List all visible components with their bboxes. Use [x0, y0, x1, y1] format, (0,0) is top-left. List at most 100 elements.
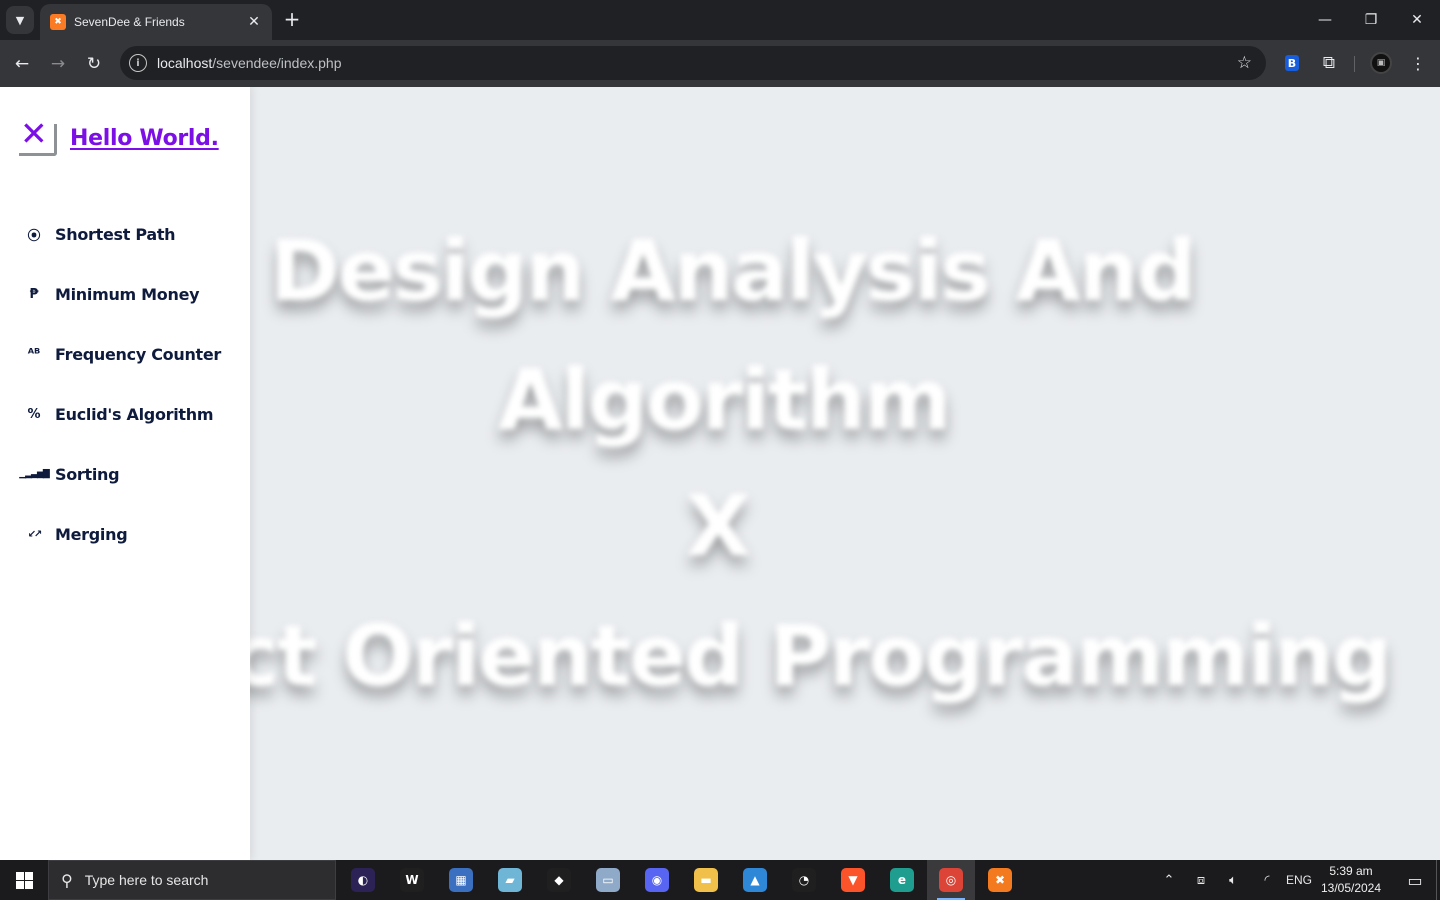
language-indicator[interactable]: ENG — [1284, 860, 1314, 900]
sidebar-item-label: Euclid's Algorithm — [55, 404, 214, 424]
sidebar-item-label: Merging — [55, 524, 128, 544]
merge-arrows-icon: ↙↗ — [27, 528, 43, 540]
window-controls: — ❐ ✕ — [1302, 0, 1440, 40]
discord-icon: ◉ — [645, 868, 669, 892]
sidebar-item-merging[interactable]: ↙↗ Merging — [24, 504, 221, 564]
chevron-down-icon: ▼ — [15, 13, 25, 27]
edge-icon: e — [890, 868, 914, 892]
extensions-puzzle-icon[interactable]: ⧉ — [1318, 52, 1340, 74]
monitor-icon: ▭ — [596, 868, 620, 892]
more-menu-icon[interactable]: ⋮ — [1407, 52, 1429, 74]
file-explorer-icon: ▬ — [694, 868, 718, 892]
taskbar: ⚲ Type here to search ◐ W ▦ ▰ ◆ ▭ ◉ ▬ ▲ ◔ ▼ e ◎ ✖ ⌃ ⧈… — [0, 860, 1440, 900]
photos-taskbar-icon[interactable]: ▲ — [741, 866, 769, 894]
sidebar-item-shortest-path[interactable]: ⦿ Shortest Path — [24, 204, 221, 264]
logo-x: ✕ — [20, 114, 48, 153]
sidebar-menu: ⦿ Shortest Path ₱ Minimum Money ᴬᴮ Frequ… — [19, 217, 222, 564]
wamp-taskbar-icon[interactable]: W — [398, 866, 426, 894]
profile-avatar-icon[interactable]: ▣ — [1370, 52, 1392, 74]
taskbar-search-placeholder: Type here to search — [84, 872, 209, 888]
show-hidden-icons-chevron-icon[interactable]: ⌃ — [1158, 860, 1180, 900]
brave-icon: ▼ — [841, 868, 865, 892]
hero-title: Design Analysis And Algorithm X Object O… — [20, 87, 1440, 860]
notes-icon: ▰ — [498, 868, 522, 892]
sidebar-item-euclids-algorithm[interactable]: % Euclid's Algorithm — [24, 384, 221, 444]
discord-taskbar-icon[interactable]: ◉ — [643, 866, 671, 894]
hero-line-2: Algorithm — [498, 351, 951, 449]
toolbar-divider — [1354, 56, 1355, 72]
show-desktop-button[interactable] — [1436, 860, 1437, 900]
volume-icon[interactable]: 🔈︎ — [1222, 860, 1244, 900]
sourcetree-icon: ◆ — [547, 868, 571, 892]
hero-line-3: X — [686, 477, 751, 575]
sidebar-item-frequency-counter[interactable]: ᴬᴮ Frequency Counter — [24, 324, 222, 384]
photos-icon: ▲ — [743, 868, 767, 892]
security-tray-icon[interactable]: ⧈ — [1190, 860, 1212, 900]
sidebar-item-label: Frequency Counter — [55, 344, 222, 364]
tab-strip: ▼ ✖ SevenDee & Friends ✕ + — ❐ ✕ — [0, 0, 1440, 40]
browser-toolbar: ← → ↻ i localhost/sevendee/index.php ☆ B… — [0, 40, 1440, 87]
bitwarden-extension-icon[interactable]: B — [1281, 52, 1303, 74]
wifi-icon[interactable]: ◜ — [1256, 860, 1278, 900]
tab-title: SevenDee & Friends — [74, 15, 185, 29]
forward-arrow-icon[interactable]: → — [44, 50, 72, 78]
percent-icon: % — [27, 406, 41, 422]
edge-taskbar-icon[interactable]: e — [888, 866, 916, 894]
url-host: localhost — [157, 55, 213, 71]
tab-search-button[interactable]: ▼ — [6, 6, 34, 34]
eclipse-taskbar-icon[interactable]: ◐ — [349, 866, 377, 894]
site-info-icon[interactable]: i — [129, 54, 147, 72]
logo-mark-icon: ✕ — [19, 116, 57, 156]
browser-tab[interactable]: ✖ SevenDee & Friends ✕ — [40, 4, 272, 40]
back-arrow-icon[interactable]: ← — [8, 50, 36, 78]
sidebar-item-label: Shortest Path — [55, 224, 176, 244]
sidebar-item-label: Minimum Money — [55, 284, 200, 304]
sidebar-item-minimum-money[interactable]: ₱ Minimum Money — [24, 264, 221, 324]
speedometer-icon: ◔ — [792, 868, 816, 892]
close-window-button[interactable]: ✕ — [1394, 0, 1440, 40]
xampp-icon: ✖ — [50, 14, 66, 30]
bars-icon: ▁▂▃▅▇ — [19, 469, 50, 479]
peso-icon: ₱ — [29, 286, 39, 302]
minimize-button[interactable]: — — [1302, 0, 1348, 40]
close-tab-icon[interactable]: ✕ — [246, 14, 262, 30]
sidebar-item-label: Sorting — [55, 464, 120, 484]
windows-logo-icon — [15, 871, 33, 889]
eclipse-icon: ◐ — [351, 868, 375, 892]
xampp-taskbar-icon[interactable]: ✖ — [986, 866, 1014, 894]
chrome-taskbar-icon[interactable]: ◎ — [927, 860, 975, 900]
spellcheck-icon: ᴬᴮ — [27, 346, 41, 362]
brave-taskbar-icon[interactable]: ▼ — [839, 866, 867, 894]
route-icon: ⦿ — [27, 228, 41, 244]
logo[interactable]: ✕ Hello World. — [19, 116, 219, 156]
new-tab-button[interactable]: + — [280, 8, 304, 32]
wamp-icon: W — [400, 868, 424, 892]
page-viewport: ✕ Hello World. ⦿ Shortest Path ₱ Minimum… — [0, 87, 1440, 860]
monitor-taskbar-icon[interactable]: ▭ — [594, 866, 622, 894]
notes-taskbar-icon[interactable]: ▰ — [496, 866, 524, 894]
hero-line-1: Design Analysis And — [270, 222, 1197, 320]
system-clock[interactable]: 5:39 am 13/05/2024 — [1318, 863, 1384, 897]
reload-icon[interactable]: ↻ — [80, 50, 108, 78]
bookmark-star-icon[interactable]: ☆ — [1237, 53, 1252, 73]
calculator-icon: ▦ — [449, 868, 473, 892]
start-button[interactable] — [0, 860, 48, 900]
url-text[interactable]: localhost/sevendee/index.php — [157, 55, 1237, 71]
logo-text-link[interactable]: Hello World. — [70, 126, 219, 151]
notification-center-icon[interactable]: ▭ — [1396, 860, 1434, 900]
xampp-icon: ✖ — [988, 868, 1012, 892]
clock-date: 13/05/2024 — [1320, 881, 1382, 895]
file-explorer-taskbar-icon[interactable]: ▬ — [692, 866, 720, 894]
url-path: /sevendee/index.php — [212, 55, 342, 71]
sourcetree-taskbar-icon[interactable]: ◆ — [545, 866, 573, 894]
restore-button[interactable]: ❐ — [1348, 0, 1394, 40]
taskbar-search[interactable]: ⚲ Type here to search — [48, 860, 336, 900]
sidebar-item-sorting[interactable]: ▁▂▃▅▇ Sorting — [19, 444, 221, 504]
address-bar[interactable]: i localhost/sevendee/index.php ☆ — [120, 46, 1266, 80]
chrome-icon: ◎ — [939, 868, 963, 892]
calculator-taskbar-icon[interactable]: ▦ — [447, 866, 475, 894]
speedometer-taskbar-icon[interactable]: ◔ — [790, 866, 818, 894]
search-icon: ⚲ — [61, 870, 73, 890]
clock-time: 5:39 am — [1329, 864, 1373, 878]
sidebar: ✕ Hello World. ⦿ Shortest Path ₱ Minimum… — [0, 87, 250, 860]
